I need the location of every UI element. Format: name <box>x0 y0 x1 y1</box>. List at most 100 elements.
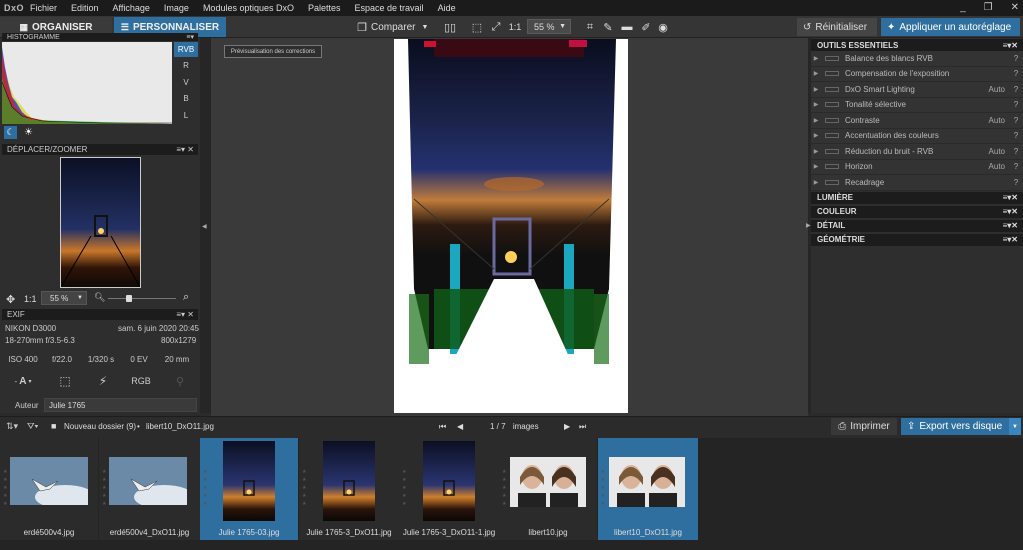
expand-arrow-icon[interactable]: ▶ <box>811 70 821 77</box>
zoom-select[interactable]: 55 % ▼ <box>527 19 571 34</box>
zoom-slider[interactable] <box>108 298 176 299</box>
collapse-left-icon[interactable]: ◀ <box>202 223 207 230</box>
help-icon[interactable]: ? <box>1009 54 1023 63</box>
eye-icon[interactable]: ◉ <box>656 19 670 35</box>
panel-menu-icon[interactable]: ≡▾✕ <box>1003 193 1018 202</box>
expand-arrow-icon[interactable]: ▶ <box>811 179 821 186</box>
panel-menu-icon[interactable]: ≡▾✕ <box>1003 207 1018 216</box>
channel-b[interactable]: B <box>174 91 198 106</box>
menu-edition[interactable]: Edition <box>71 3 99 13</box>
nav-zoom-select[interactable]: 55 % ▼ <box>41 291 87 305</box>
tool-item[interactable]: ▶ Compensation de l'exposition? <box>811 66 1023 82</box>
tool-item[interactable]: ▶ Accentuation des couleurs? <box>811 128 1023 144</box>
zoom-slider-handle[interactable] <box>126 295 132 302</box>
panel-menu-icon[interactable]: ≡▾ ✕ <box>176 145 194 154</box>
prev-image-icon[interactable]: ◀ <box>457 422 463 431</box>
menu-modules-optiques[interactable]: Modules optiques DxO <box>203 3 294 13</box>
thumbnail-item[interactable]: ★ ★ ★ ★ ★ erdé500v4_DxO11.jpg <box>99 438 200 540</box>
rating-stars[interactable]: ★ ★ ★ ★ ★ <box>502 468 506 508</box>
left-collapse-bar[interactable]: ◀ <box>200 38 211 413</box>
tool-toggle[interactable] <box>825 55 839 61</box>
section-geometrie[interactable]: GÉOMÉTRIE ≡▾✕ <box>811 233 1023 246</box>
nav-ratio-button[interactable]: 1:1 <box>24 294 37 304</box>
thumbnail-item[interactable]: ★ ★ ★ ★ ★ Julie 1765-03.jpg <box>200 438 298 540</box>
reset-button[interactable]: ↺ Réinitialiser <box>797 18 877 36</box>
tool-item[interactable]: ▶ Tonalité sélective? <box>811 97 1023 113</box>
split-view-icon[interactable]: ▯▯ <box>443 19 457 35</box>
menu-aide[interactable]: Aide <box>438 3 456 13</box>
channel-r[interactable]: R <box>174 58 198 73</box>
compare-button[interactable]: Comparer ▼ <box>371 19 431 35</box>
menu-palettes[interactable]: Palettes <box>308 3 341 13</box>
thumbnail-item[interactable]: ★ ★ ★ ★ ★ libert10.jpg <box>499 438 597 540</box>
zoom-out-icon[interactable]: 🔍︎ <box>94 292 105 303</box>
tool-toggle[interactable] <box>825 164 839 170</box>
collapse-right-icon[interactable]: ▶ <box>806 222 811 229</box>
section-detail[interactable]: DÉTAIL ≡▾✕ <box>811 219 1023 232</box>
zoom-in-icon[interactable]: ⌕ <box>183 291 189 304</box>
tool-toggle[interactable] <box>825 86 839 92</box>
straighten-icon[interactable]: ▬ <box>620 19 634 35</box>
menu-image[interactable]: Image <box>164 3 189 13</box>
compare-icon[interactable]: ❐ <box>355 19 369 35</box>
maximize-button[interactable]: ❐ <box>984 2 993 13</box>
move-icon[interactable]: ✥ <box>6 293 15 306</box>
highlight-clip-icon[interactable]: ☀ <box>22 126 35 139</box>
help-icon[interactable]: ? <box>1009 85 1023 94</box>
eyedropper-icon[interactable]: ✎ <box>601 19 615 35</box>
repair-icon[interactable]: ✐ <box>639 19 653 35</box>
tool-toggle[interactable] <box>825 148 839 154</box>
export-button[interactable]: ⇪ Export vers disque ▼ <box>901 418 1021 435</box>
expand-arrow-icon[interactable]: ▶ <box>811 117 821 124</box>
shadow-clip-icon[interactable]: ☾ <box>4 126 17 139</box>
help-icon[interactable]: ? <box>1009 116 1023 125</box>
exif-author-field[interactable]: Julie 1765 <box>44 398 197 412</box>
ratio-1-1-button[interactable]: 1:1 <box>507 19 523 35</box>
expand-arrow-icon[interactable]: ▶ <box>811 132 821 139</box>
tool-item[interactable]: ▶ Horizon Auto? <box>811 159 1023 175</box>
rating-stars[interactable]: ★ ★ ★ ★ ★ <box>601 468 605 508</box>
crop-icon[interactable]: ⌗ <box>583 19 597 35</box>
filter-icon[interactable]: ⛛▾ <box>27 421 38 432</box>
rating-stars[interactable]: ★ ★ ★ ★ ★ <box>302 468 306 508</box>
fit-screen-icon[interactable]: ⬚ <box>470 19 484 35</box>
help-icon[interactable]: ? <box>1009 162 1023 171</box>
tool-toggle[interactable] <box>825 71 839 77</box>
tool-toggle[interactable] <box>825 117 839 123</box>
next-image-icon[interactable]: ▶ <box>564 422 570 431</box>
rating-stars[interactable]: ★ ★ ★ ★ ★ <box>102 468 106 508</box>
panel-menu-icon[interactable]: ≡▾ <box>186 33 194 41</box>
thumbnail-item[interactable]: ★ ★ ★ ★ ★ erdé500v4.jpg <box>0 438 98 540</box>
navigator-thumbnail[interactable] <box>60 157 141 288</box>
essential-tools-header[interactable]: OUTILS ESSENTIELS ≡▾✕ <box>811 39 1023 51</box>
breadcrumb-file[interactable]: libert10_DxO11.jpg <box>146 422 214 431</box>
tool-toggle[interactable] <box>825 179 839 185</box>
help-icon[interactable]: ? <box>1009 131 1023 140</box>
first-image-icon[interactable]: ⏮ <box>439 422 446 432</box>
print-button[interactable]: ⎙ Imprimer <box>831 418 897 435</box>
expand-arrow-icon[interactable]: ▶ <box>811 101 821 108</box>
expand-arrow-icon[interactable]: ▶ <box>811 55 821 62</box>
tool-item[interactable]: ▶ Recadrage? <box>811 175 1023 191</box>
panel-menu-icon[interactable]: ≡▾✕ <box>1003 221 1018 230</box>
menu-espace-travail[interactable]: Espace de travail <box>355 3 424 13</box>
tool-item[interactable]: ▶ DxO Smart Lighting Auto? <box>811 82 1023 98</box>
sort-icon[interactable]: ⇅▾ <box>6 421 18 432</box>
tool-item[interactable]: ▶ Contraste Auto? <box>811 113 1023 129</box>
panel-menu-icon[interactable]: ≡▾✕ <box>1003 235 1018 244</box>
help-icon[interactable]: ? <box>1009 147 1023 156</box>
tool-item[interactable]: ▶ Réduction du bruit - RVB Auto? <box>811 144 1023 160</box>
breadcrumb-folder[interactable]: Nouveau dossier (9) <box>64 422 136 431</box>
expand-arrow-icon[interactable]: ▶ <box>811 148 821 155</box>
expand-arrow-icon[interactable]: ▶ <box>811 163 821 170</box>
rating-stars[interactable]: ★ ★ ★ ★ ★ <box>402 468 406 508</box>
thumbnail-item[interactable]: ★ ★ ★ ★ ★ Julie 1765-3_DxO11-1.jpg <box>399 438 499 540</box>
expand-arrow-icon[interactable]: ▶ <box>811 86 821 93</box>
channel-l[interactable]: L <box>174 108 198 123</box>
tool-toggle[interactable] <box>825 102 839 108</box>
section-lumiere[interactable]: LUMIÈRE ≡▾✕ <box>811 191 1023 204</box>
channel-rvb[interactable]: RVB <box>174 42 198 57</box>
channel-v[interactable]: V <box>174 75 198 90</box>
menu-affichage[interactable]: Affichage <box>113 3 150 13</box>
help-icon[interactable]: ? <box>1009 69 1023 78</box>
